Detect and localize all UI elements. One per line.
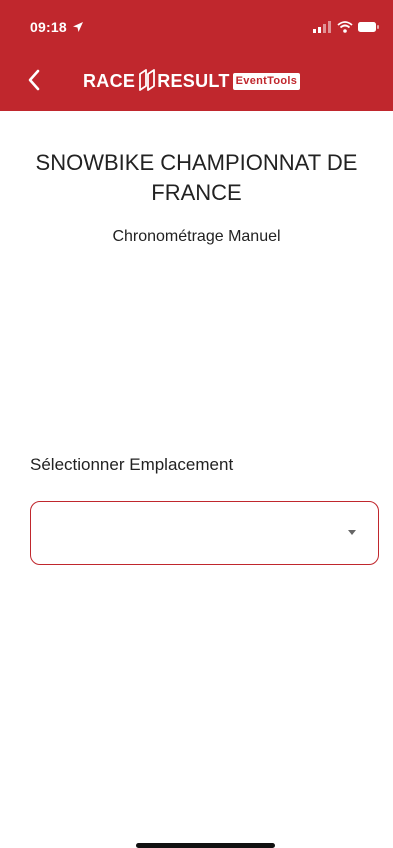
signal-icon [313, 21, 331, 33]
battery-icon [358, 22, 379, 32]
back-chevron-icon [28, 69, 40, 91]
dropdown-caret-icon [348, 530, 356, 535]
event-subtitle: Chronométrage Manuel [112, 228, 281, 245]
location-select[interactable] [30, 501, 379, 565]
location-select-label: Sélectionner Emplacement [30, 455, 234, 474]
status-time: 09:18 [30, 19, 67, 35]
brand-badge: EventTools [232, 72, 301, 90]
status-icons [313, 21, 379, 33]
wifi-icon [337, 21, 353, 33]
race-result-logo-icon [139, 69, 156, 91]
back-button[interactable] [22, 66, 46, 94]
event-title: SNOWBIKE CHAMPIONNAT DE FRANCE [35, 150, 358, 205]
location-arrow-icon [73, 22, 83, 32]
brand-logo: RACE RESULT EventTools [83, 66, 301, 96]
app-header: 09:18 RACE RESULT EventTools [0, 0, 393, 111]
home-indicator[interactable] [136, 843, 275, 848]
brand-race-text: RACE [83, 70, 136, 91]
brand-result-text: RESULT [157, 70, 230, 91]
